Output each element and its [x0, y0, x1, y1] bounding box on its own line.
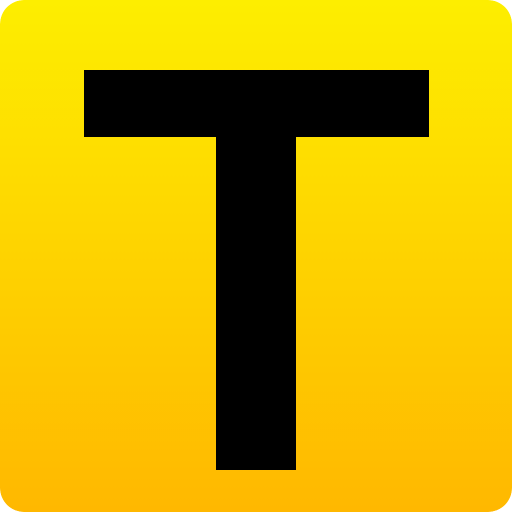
letter-t-crossbar — [84, 70, 429, 137]
letter-t-stem — [216, 136, 296, 470]
app-icon[interactable] — [0, 0, 512, 512]
letter-t-icon — [0, 0, 512, 512]
